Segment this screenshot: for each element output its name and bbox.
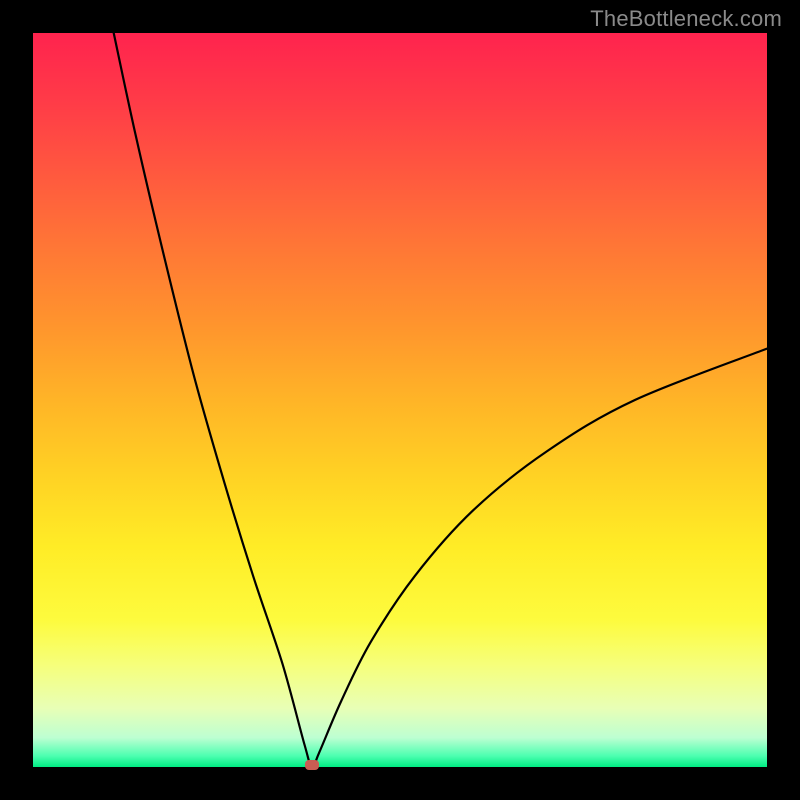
minimum-marker bbox=[305, 760, 319, 770]
bottleneck-curve bbox=[33, 33, 767, 767]
plot-area bbox=[33, 33, 767, 767]
chart-frame: TheBottleneck.com bbox=[0, 0, 800, 800]
watermark-text: TheBottleneck.com bbox=[590, 6, 782, 32]
